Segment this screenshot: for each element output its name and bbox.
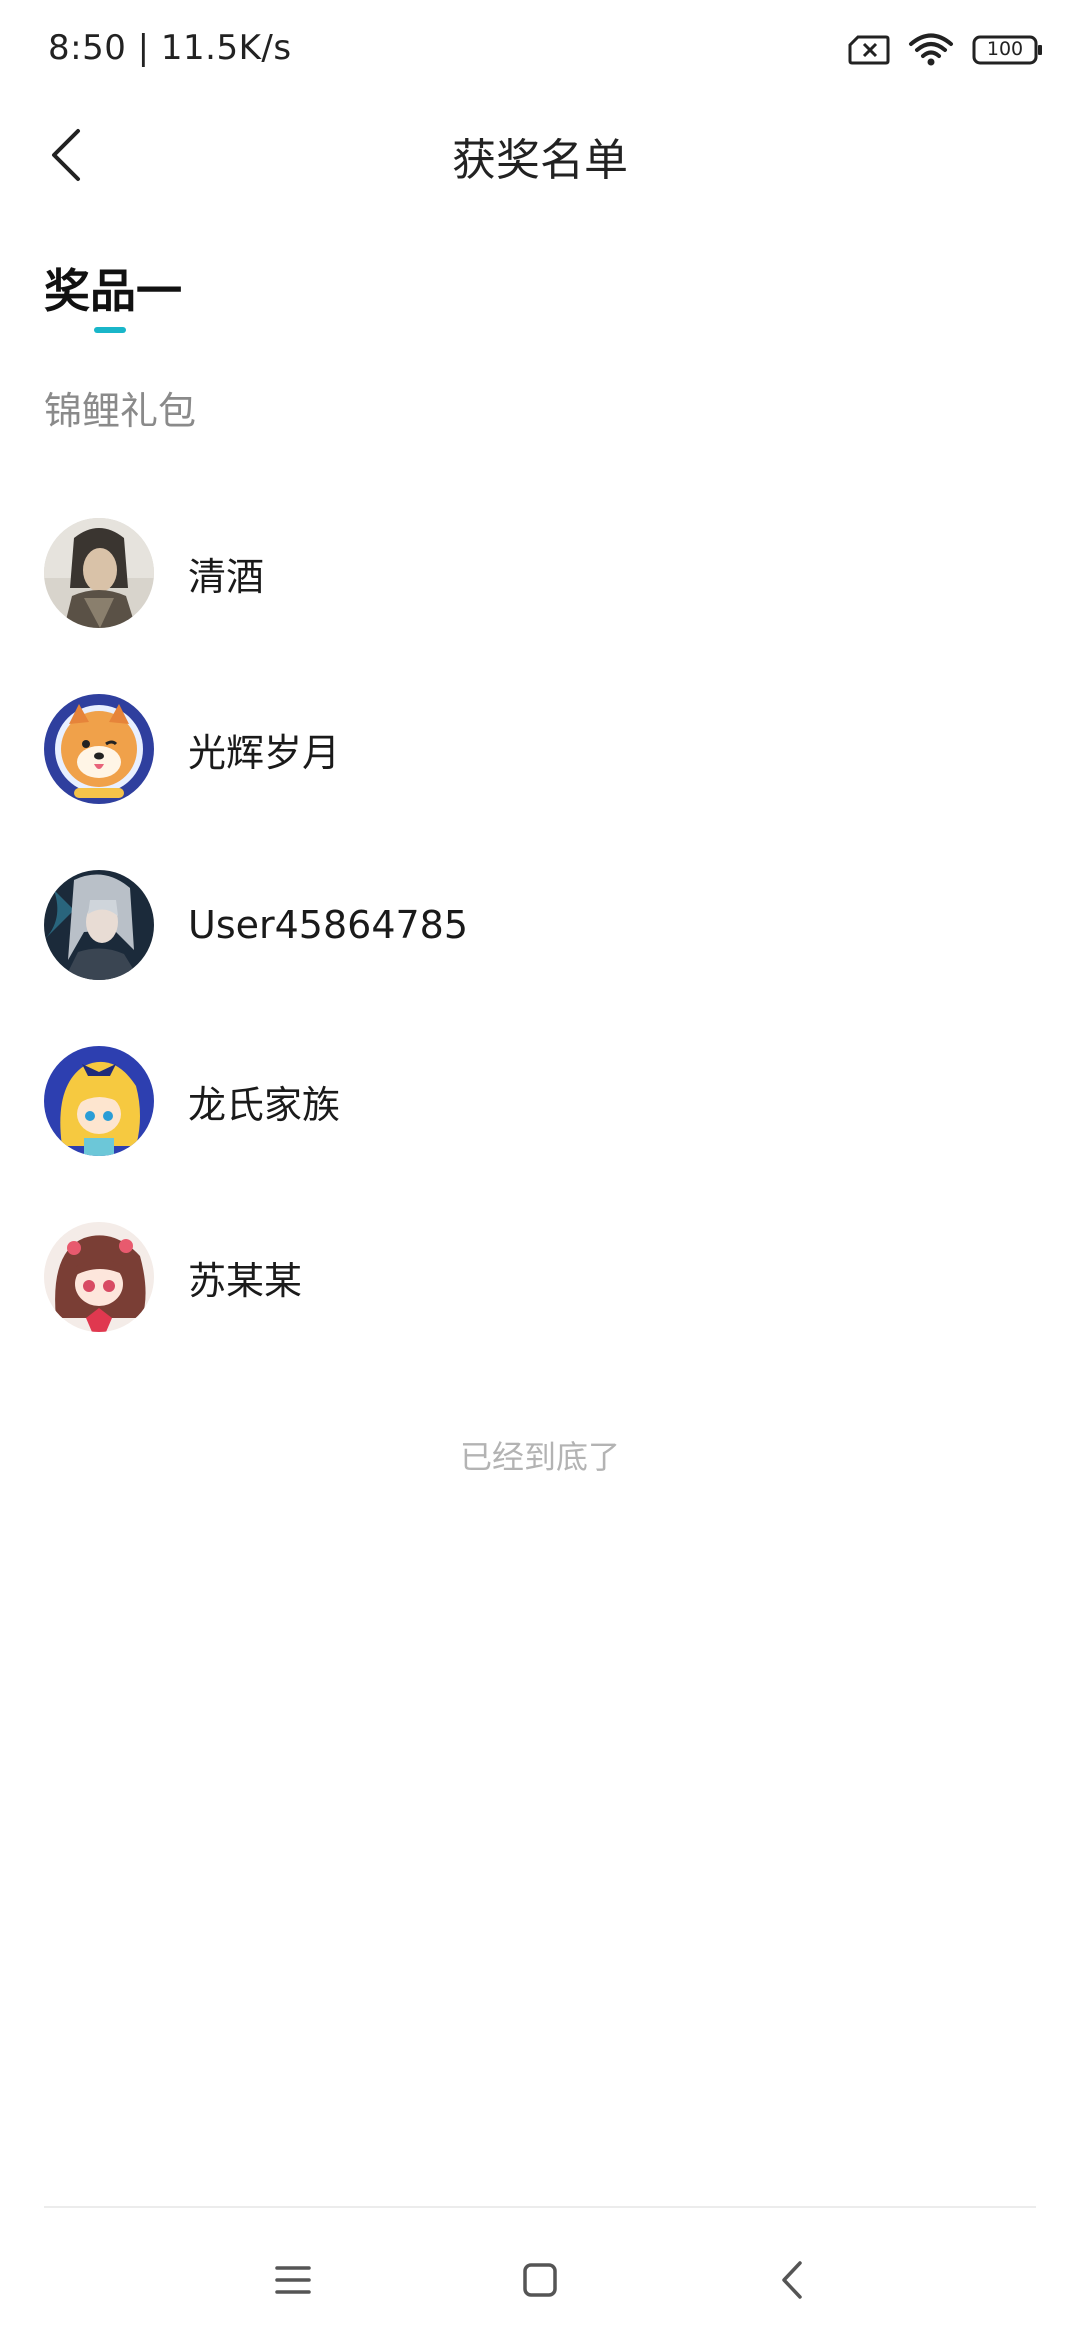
- winner-name: User45864785: [188, 903, 469, 947]
- winner-name: 龙氏家族: [188, 1082, 341, 1127]
- back-icon: [782, 2261, 802, 2299]
- header: 获奖名单: [0, 110, 1080, 200]
- list-item[interactable]: 龙氏家族: [0, 1013, 1080, 1189]
- avatar-silver-hair[interactable]: [44, 870, 154, 980]
- battery-icon: 100: [972, 34, 1044, 66]
- recent-apps-button[interactable]: [263, 2250, 323, 2310]
- status-time-speed: 8:50 | 11.5K/s: [48, 28, 292, 68]
- home-button[interactable]: [510, 2250, 570, 2310]
- winner-name: 清酒: [188, 554, 265, 599]
- winner-name: 光辉岁月: [188, 730, 341, 775]
- system-back-button[interactable]: [762, 2250, 822, 2310]
- avatar-warrior[interactable]: [44, 518, 154, 628]
- battery-level-text: 100: [986, 38, 1024, 60]
- list-item[interactable]: 苏某某: [0, 1189, 1080, 1365]
- avatar-shiba-astronaut[interactable]: [44, 694, 154, 804]
- tab-prize-one[interactable]: 奖品一: [44, 255, 182, 321]
- status-bar: 8:50 | 11.5K/s 100: [0, 0, 1080, 100]
- end-of-list-text: 已经到底了: [459, 1438, 620, 1476]
- prize-name: 锦鲤礼包: [44, 389, 197, 433]
- page-title: 获奖名单: [452, 135, 628, 186]
- menu-icon: [275, 2266, 311, 2294]
- home-icon: [523, 2263, 557, 2297]
- status-icons: 100: [848, 30, 1044, 70]
- list-item[interactable]: User45864785: [0, 837, 1080, 1013]
- list-item[interactable]: 光辉岁月: [0, 661, 1080, 837]
- list-item[interactable]: 清酒: [0, 485, 1080, 661]
- winner-name: 苏某某: [188, 1258, 303, 1303]
- avatar-anime-girl[interactable]: [44, 1222, 154, 1332]
- avatar-blonde-girl[interactable]: [44, 1046, 154, 1156]
- system-nav-bar: [0, 2208, 1080, 2340]
- winners-list: 清酒 光辉岁月 User45864785 龙氏家族 苏某某: [0, 485, 1080, 1365]
- sim-error-icon: [848, 34, 890, 66]
- wifi-icon: [908, 33, 954, 67]
- tab-indicator: [94, 327, 126, 333]
